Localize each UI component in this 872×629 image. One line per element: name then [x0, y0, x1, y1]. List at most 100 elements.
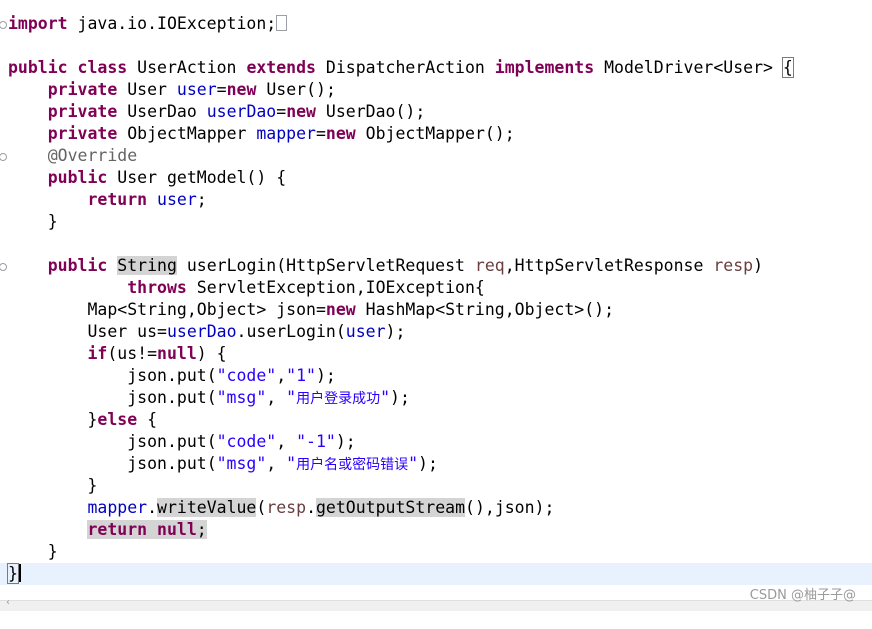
code-text: ,HttpServletResponse — [504, 256, 714, 275]
string-quote: " — [380, 388, 391, 407]
code-text: , — [276, 366, 287, 385]
highlighted-method: getOutputStream — [316, 498, 466, 517]
keyword: public — [8, 58, 68, 77]
code-text: .userLogin( — [236, 322, 346, 341]
keyword: implements — [494, 58, 595, 77]
field: mapper — [87, 498, 148, 517]
code-line-21: json.put("msg", "用户名或密码错误"); — [0, 453, 872, 475]
code-text: User us= — [87, 322, 167, 341]
code-text: . — [306, 498, 316, 517]
class-name: UserAction — [127, 58, 247, 77]
string-quote: " — [286, 454, 297, 473]
code-text: (),json); — [465, 498, 555, 517]
code-text: ; — [196, 520, 207, 539]
keyword: return — [87, 190, 148, 209]
string-literal: "code" — [216, 432, 277, 451]
horizontal-scrollbar[interactable]: ‹ — [0, 597, 872, 611]
code-text: HashMap<String,Object>(); — [355, 300, 614, 319]
string-literal: 用户名或密码错误 — [296, 457, 409, 473]
code-editor[interactable]: import java.io.IOException; public class… — [0, 0, 872, 600]
code-line-6: private ObjectMapper mapper=new ObjectMa… — [0, 123, 872, 145]
field: userDao — [206, 102, 277, 121]
fold-icon[interactable] — [0, 153, 7, 161]
type: UserDao — [117, 102, 207, 121]
keyword: new — [325, 300, 356, 319]
scroll-left-icon[interactable]: ‹ — [6, 597, 10, 608]
code-text: ); — [335, 432, 356, 451]
fold-icon[interactable] — [0, 263, 7, 271]
code-line-24: return null; — [0, 519, 872, 541]
code-line-16: if(us!=null) { — [0, 343, 872, 365]
code-text: json.put( — [127, 388, 217, 407]
keyword: import — [8, 14, 68, 33]
code-text: , — [266, 454, 287, 473]
code-line-20: json.put("code", "-1"); — [0, 431, 872, 453]
highlighted-type: String — [117, 256, 177, 275]
operator: = — [276, 102, 287, 121]
keyword: if — [87, 344, 108, 363]
code-line-13: throws ServletException,IOException{ — [0, 277, 872, 299]
keyword: class — [77, 58, 128, 77]
keyword: private — [47, 124, 118, 143]
keyword: public — [47, 256, 108, 275]
code-text: { — [137, 410, 158, 429]
code-line-1: import java.io.IOException; — [0, 13, 872, 35]
collapsed-imports-icon[interactable] — [276, 15, 288, 31]
field: user — [157, 190, 197, 209]
code-text: json.put( — [127, 432, 217, 451]
code-text: } — [87, 410, 98, 429]
code-line-15: User us=userDao.userLogin(user); — [0, 321, 872, 343]
code-line-26: } — [0, 563, 872, 585]
annotation: @Override — [47, 146, 138, 165]
keyword: extends — [246, 58, 316, 77]
code-text: (us!= — [107, 344, 158, 363]
interface-name: ModelDriver<User> — [594, 58, 783, 77]
code-line-7: @Override — [0, 145, 872, 167]
keyword: private — [47, 102, 118, 121]
code-line-9: return user; — [0, 189, 872, 211]
code-text: json.put( — [127, 366, 217, 385]
code-text: User(); — [256, 80, 336, 99]
code-text: Map<String,Object> json= — [87, 300, 326, 319]
string-literal: 用户登录成功 — [296, 391, 381, 407]
text-caret — [18, 564, 21, 582]
code-line-25: } — [0, 541, 872, 563]
string-literal: "code" — [216, 366, 277, 385]
code-text: ) — [753, 256, 764, 275]
code-text: ; — [196, 190, 207, 209]
code-line-18: json.put("msg", "用户登录成功"); — [0, 387, 872, 409]
code-text: , — [276, 432, 297, 451]
fold-icon[interactable] — [0, 21, 7, 29]
code-text: ); — [418, 454, 438, 473]
parameter: resp — [266, 498, 307, 517]
field: userDao — [166, 322, 237, 341]
keyword: null — [157, 520, 197, 539]
code-text: ); — [385, 322, 406, 341]
type: User — [117, 80, 177, 99]
code-text: ServletException,IOException{ — [186, 278, 485, 297]
code-text: ( — [256, 498, 267, 517]
code-text: ) { — [196, 344, 227, 363]
field: user — [345, 322, 386, 341]
type: ObjectMapper — [117, 124, 257, 143]
code-text: ); — [390, 388, 410, 407]
string-literal: "msg" — [216, 454, 267, 473]
keyword: new — [286, 102, 316, 121]
code-line-12: public String userLogin(HttpServletReque… — [0, 255, 872, 277]
keyword: new — [325, 124, 356, 143]
string-quote: " — [408, 454, 419, 473]
string-literal: "msg" — [216, 388, 267, 407]
keyword: null — [157, 344, 197, 363]
string-quote: " — [286, 388, 297, 407]
code-text: } — [87, 476, 98, 495]
base-class: DispatcherAction — [315, 58, 495, 77]
field: mapper — [256, 124, 316, 143]
highlighted-method: writeValue — [157, 498, 257, 517]
parameter: resp — [713, 256, 754, 275]
code-line-10: } — [0, 211, 872, 233]
code-text: } — [47, 212, 58, 231]
code-line-3: public class UserAction extends Dispatch… — [0, 57, 872, 79]
matching-brace: } — [7, 563, 19, 584]
watermark: CSDN @柚子子@ — [749, 588, 856, 603]
code-text: json.put( — [127, 454, 217, 473]
